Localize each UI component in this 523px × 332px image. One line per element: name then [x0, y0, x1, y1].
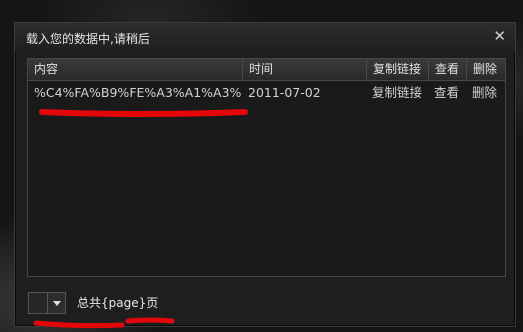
dialog-titlebar: 载入您的数据中,请稍后 ✕: [15, 23, 515, 51]
column-header-time[interactable]: 时间: [242, 59, 366, 80]
column-header-delete: 删除: [466, 59, 505, 80]
chevron-down-icon[interactable]: [47, 293, 65, 313]
copy-link-button[interactable]: 复制链接: [366, 81, 428, 105]
row-time-cell: 2011-07-02: [248, 85, 321, 100]
delete-button[interactable]: 删除: [466, 81, 505, 105]
column-header-view: 查看: [428, 59, 466, 80]
loading-dialog: 载入您的数据中,请稍后 ✕ 内容 时间 复制链接 查看 删除 %C4%FA%B9…: [14, 22, 516, 327]
page-count-text: 总共{page}页: [77, 296, 159, 310]
column-header-content[interactable]: 内容: [28, 59, 242, 80]
data-table: 内容 时间 复制链接 查看 删除 %C4%FA%B9%FE%A3%A1%A3% …: [27, 58, 506, 277]
dialog-title: 载入您的数据中,请稍后: [26, 32, 150, 46]
table-header: 内容 时间 复制链接 查看 删除: [28, 59, 505, 81]
table-row[interactable]: %C4%FA%B9%FE%A3%A1%A3% 2011-07-02 复制链接 查…: [28, 81, 505, 105]
row-content-cell: %C4%FA%B9%FE%A3%A1%A3%: [34, 85, 242, 100]
page-select[interactable]: [28, 292, 66, 314]
column-header-copy-link: 复制链接: [366, 59, 428, 80]
close-icon[interactable]: ✕: [493, 27, 506, 45]
view-button[interactable]: 查看: [428, 81, 466, 105]
